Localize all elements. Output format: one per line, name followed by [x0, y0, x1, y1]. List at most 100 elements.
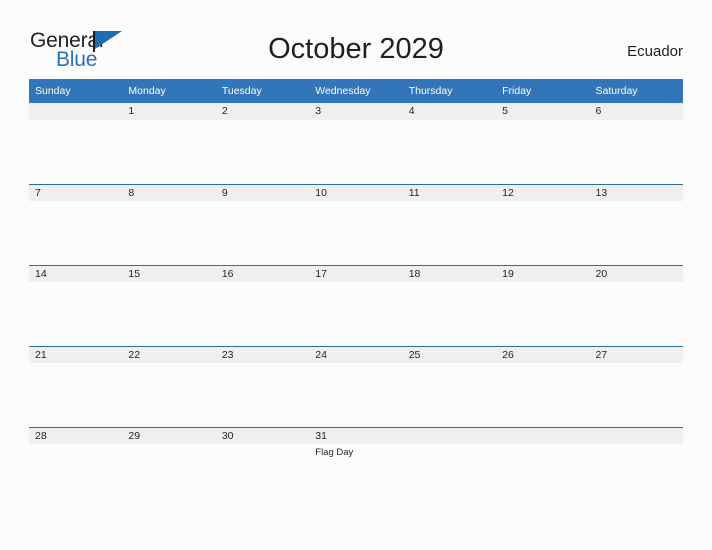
day-cell-inner: 20 [589, 265, 683, 346]
calendar-day-cell[interactable]: 25 [402, 346, 497, 427]
day-cell-inner: 10 [309, 184, 403, 265]
calendar-day-cell[interactable]: 8 [122, 184, 216, 265]
calendar-day-cell[interactable]: 3 [309, 103, 403, 184]
country-label: Ecuador [627, 43, 683, 60]
day-cell-inner [29, 103, 123, 184]
calendar-day-cell[interactable]: 22 [122, 346, 216, 427]
day-events: Flag Day [309, 444, 402, 459]
day-cell-inner: 19 [496, 265, 590, 346]
calendar-day-cell[interactable]: 13 [589, 184, 683, 265]
day-number: 3 [309, 103, 403, 120]
day-number: 1 [122, 103, 216, 120]
day-cell-inner [496, 427, 590, 508]
calendar-day-cell[interactable]: 5 [496, 103, 590, 184]
day-number: 19 [496, 265, 590, 282]
calendar-day-cell[interactable]: 9 [215, 184, 310, 265]
day-cell-inner: 8 [122, 184, 216, 265]
day-number: 2 [215, 103, 310, 120]
calendar-day-cell[interactable]: 21 [29, 346, 123, 427]
calendar-day-cell[interactable]: 15 [122, 265, 216, 346]
day-number: 28 [29, 427, 123, 444]
day-cell-inner: 24 [309, 346, 403, 427]
weekday-header-saturday: Saturday [589, 79, 683, 103]
day-number: 21 [29, 346, 123, 363]
day-cell-inner: 16 [215, 265, 310, 346]
day-cell-inner: 4 [402, 103, 497, 184]
day-number: 26 [496, 346, 590, 363]
calendar-empty-cell [589, 427, 683, 508]
day-number [589, 427, 683, 444]
day-number: 16 [215, 265, 310, 282]
calendar-day-cell[interactable]: 23 [215, 346, 310, 427]
calendar-empty-cell [402, 427, 497, 508]
calendar-day-cell[interactable]: 29 [122, 427, 216, 508]
calendar-day-cell[interactable]: 26 [496, 346, 590, 427]
day-cell-inner: 17 [309, 265, 403, 346]
day-cell-inner: 9 [215, 184, 310, 265]
day-number: 11 [402, 184, 497, 201]
calendar-day-cell[interactable]: 20 [589, 265, 683, 346]
day-cell-inner: 6 [589, 103, 683, 184]
day-number: 24 [309, 346, 403, 363]
day-cell-inner: 3 [309, 103, 403, 184]
day-cell-inner: 27 [589, 346, 683, 427]
day-cell-inner: 28 [29, 427, 123, 508]
day-cell-inner: 7 [29, 184, 123, 265]
day-cell-inner: 13 [589, 184, 683, 265]
day-number: 17 [309, 265, 403, 282]
calendar-day-cell[interactable]: 31 Flag Day [309, 427, 403, 508]
calendar-day-cell[interactable]: 12 [496, 184, 590, 265]
calendar-day-cell[interactable]: 30 [215, 427, 310, 508]
day-cell-inner: 1 [122, 103, 216, 184]
day-cell-inner: 14 [29, 265, 123, 346]
calendar-table: Sunday Monday Tuesday Wednesday Thursday Frid… [29, 79, 683, 508]
calendar-day-cell[interactable]: 19 [496, 265, 590, 346]
calendar-week-row: 123456 [29, 103, 683, 184]
day-number: 5 [496, 103, 590, 120]
calendar-day-cell[interactable]: 10 [309, 184, 403, 265]
day-number: 6 [589, 103, 683, 120]
calendar-day-cell[interactable]: 4 [402, 103, 497, 184]
calendar-day-cell[interactable]: 7 [29, 184, 123, 265]
calendar-day-cell[interactable]: 27 [589, 346, 683, 427]
day-number: 25 [402, 346, 497, 363]
day-number: 14 [29, 265, 123, 282]
day-cell-inner: 22 [122, 346, 216, 427]
day-number: 18 [402, 265, 497, 282]
day-number: 8 [122, 184, 216, 201]
calendar-day-cell[interactable]: 1 [122, 103, 216, 184]
day-cell-inner: 5 [496, 103, 590, 184]
calendar-grid: Sunday Monday Tuesday Wednesday Thursday Frid… [29, 79, 683, 508]
day-number: 29 [122, 427, 216, 444]
day-number [496, 427, 590, 444]
calendar-day-cell[interactable]: 28 [29, 427, 123, 508]
calendar-week-row: 21 22 23 24 25 26 27 [29, 346, 683, 427]
day-cell-inner: 15 [122, 265, 216, 346]
day-number [402, 427, 497, 444]
calendar-day-cell[interactable]: 6 [589, 103, 683, 184]
calendar-day-cell[interactable]: 11 [402, 184, 497, 265]
weekday-header-friday: Friday [496, 79, 590, 103]
calendar-day-cell[interactable]: 24 [309, 346, 403, 427]
day-cell-inner: 18 [402, 265, 497, 346]
day-cell-inner [589, 427, 683, 508]
weekday-header-tuesday: Tuesday [215, 79, 310, 103]
page-header: General Blue October 2029 Ecuador [0, 0, 712, 78]
calendar-header-row: Sunday Monday Tuesday Wednesday Thursday Frid… [29, 79, 683, 103]
day-number: 22 [122, 346, 216, 363]
day-cell-inner: 25 [402, 346, 497, 427]
day-cell-inner [402, 427, 497, 508]
calendar-week-row: 28 29 30 31 Flag Day [29, 427, 683, 508]
day-number [29, 103, 123, 120]
calendar-day-cell[interactable]: 16 [215, 265, 310, 346]
calendar-day-cell[interactable]: 14 [29, 265, 123, 346]
day-cell-inner: 11 [402, 184, 497, 265]
day-cell-inner: 21 [29, 346, 123, 427]
calendar-week-row: 7 8 9 10 11 12 13 [29, 184, 683, 265]
day-number: 30 [215, 427, 310, 444]
calendar-day-cell[interactable]: 18 [402, 265, 497, 346]
calendar-day-cell[interactable]: 17 [309, 265, 403, 346]
calendar-day-cell[interactable]: 2 [215, 103, 310, 184]
day-cell-inner: 30 [215, 427, 310, 508]
day-number: 4 [402, 103, 497, 120]
